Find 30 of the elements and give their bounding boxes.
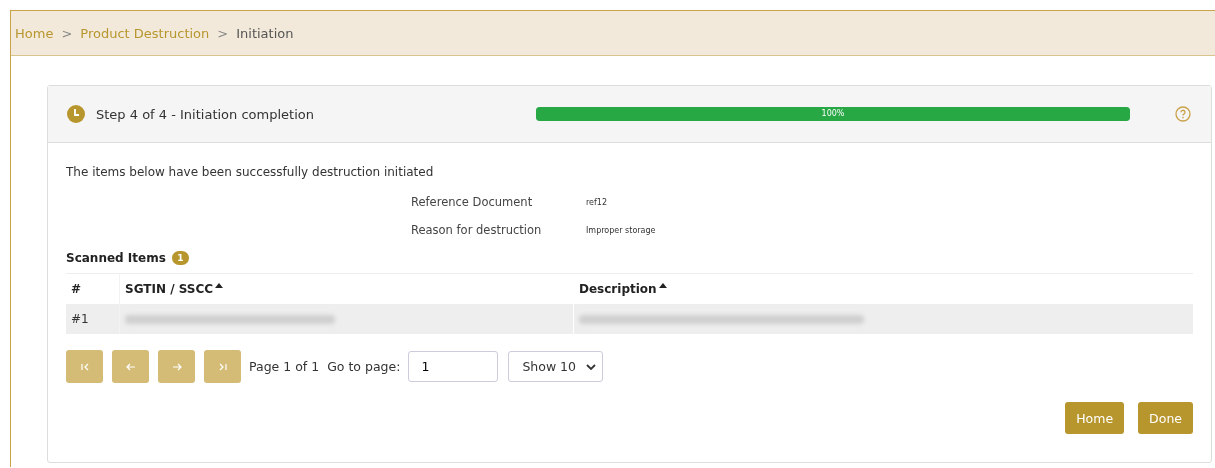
detail-label: Reference Document bbox=[411, 195, 534, 211]
column-header: # bbox=[70, 281, 83, 298]
table-cell-text: #1 bbox=[70, 311, 90, 328]
step-title: Step 4 of 4 - Initiation completion bbox=[96, 106, 315, 122]
first-page-button[interactable] bbox=[66, 350, 103, 383]
help-icon[interactable] bbox=[1175, 106, 1191, 122]
page-info: Page 1 of 1 bbox=[249, 359, 320, 374]
arrow-icon bbox=[170, 361, 183, 372]
page-size-dropdown[interactable]: Show 10 bbox=[508, 351, 604, 382]
detail-value: ref12 bbox=[586, 197, 608, 209]
count-badge: 1 bbox=[171, 251, 189, 265]
goto-label: Go to page: bbox=[327, 359, 401, 374]
success-message: The items below have been successfully destruction initiated bbox=[66, 165, 435, 179]
chevron-down-icon bbox=[586, 363, 597, 370]
sort-icon bbox=[215, 282, 224, 288]
detail-value: Improper storage bbox=[586, 225, 656, 237]
clock-icon bbox=[67, 105, 85, 123]
skip-arrow-icon bbox=[78, 361, 91, 372]
section-title: Scanned Items bbox=[66, 251, 166, 265]
breadcrumb-separator: > bbox=[217, 25, 229, 41]
breadcrumb-separator: > bbox=[61, 25, 73, 41]
page-title: Initiation bbox=[236, 25, 294, 41]
sort-icon bbox=[658, 282, 667, 288]
prev-page-button[interactable] bbox=[112, 350, 149, 383]
progress-reading: 100% bbox=[820, 108, 846, 120]
next-page-button[interactable] bbox=[158, 350, 195, 383]
detail-label: Reason for destruction bbox=[411, 223, 543, 239]
last-page-button[interactable] bbox=[204, 350, 241, 383]
page-input-field[interactable]: 1 bbox=[408, 351, 499, 382]
arrow-icon bbox=[124, 361, 137, 372]
